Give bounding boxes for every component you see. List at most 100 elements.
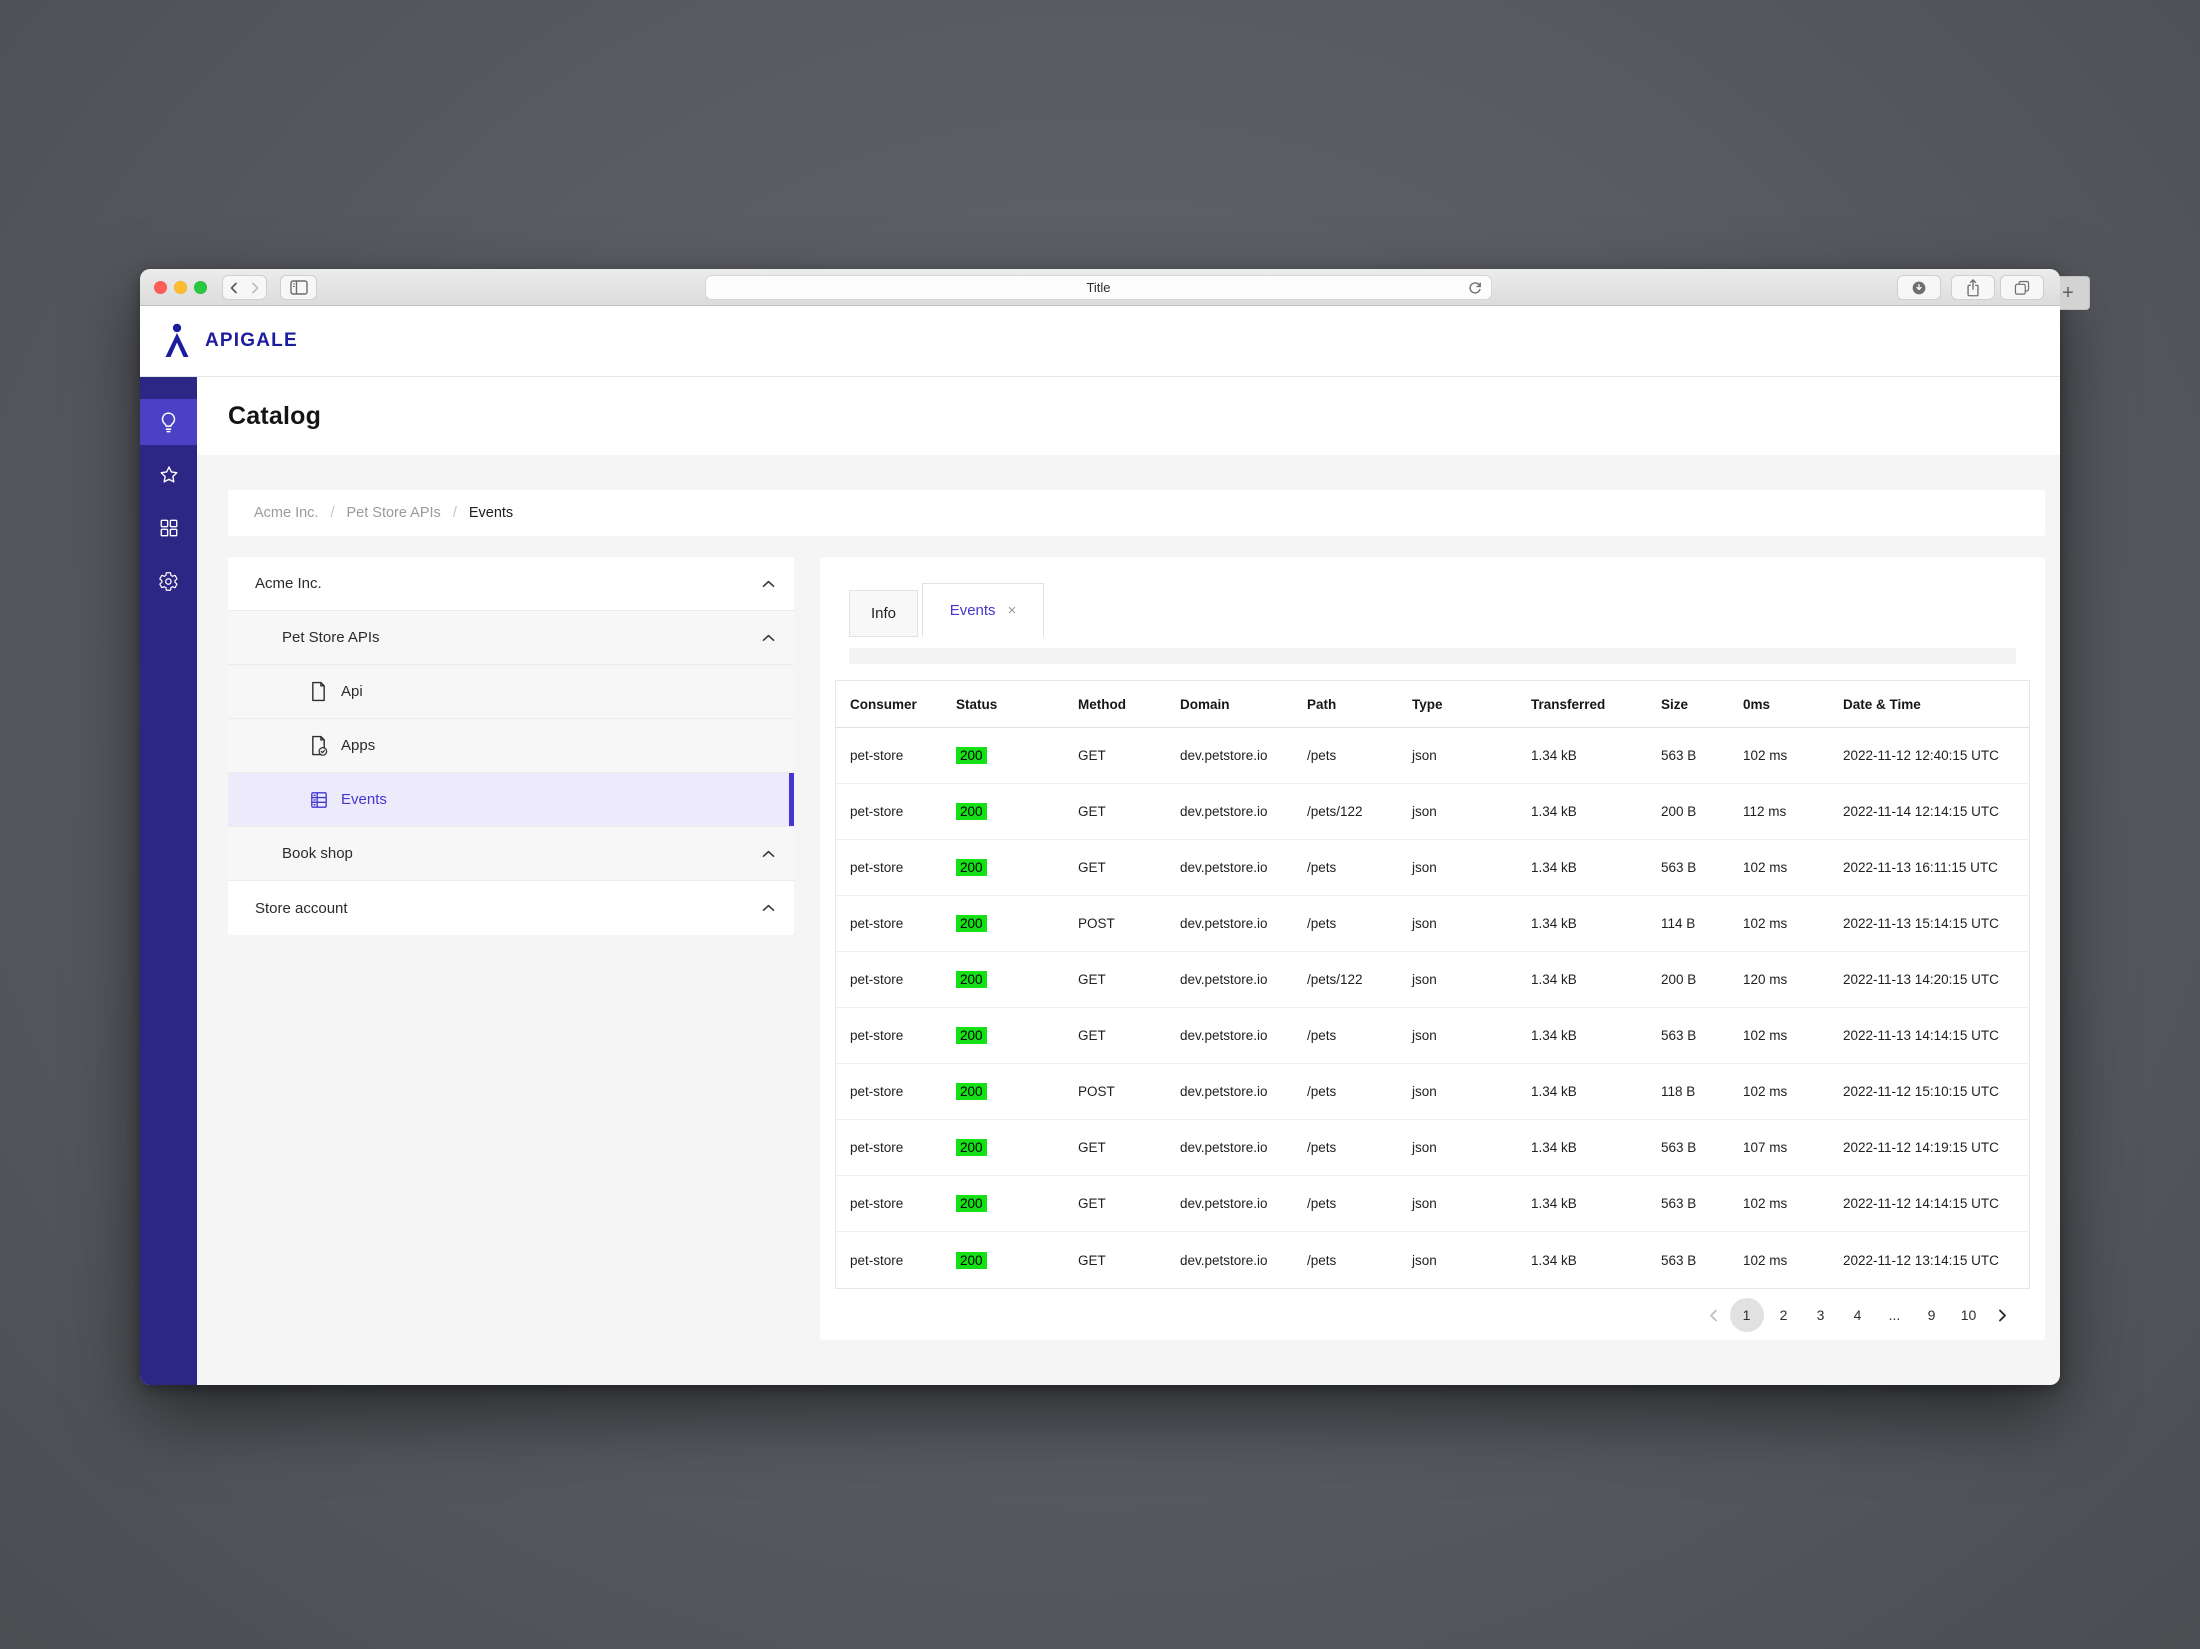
breadcrumb-item-acme[interactable]: Acme Inc. xyxy=(254,505,318,521)
table-row[interactable]: pet-store 200 GET dev.petstore.io /pets/… xyxy=(836,952,2029,1008)
forward-button[interactable] xyxy=(244,275,267,300)
cell-type: json xyxy=(1412,1084,1437,1099)
column-header: Consumer xyxy=(850,696,917,712)
cell-domain: dev.petstore.io xyxy=(1180,972,1268,987)
cell-status: 200 xyxy=(956,1251,1078,1269)
chevron-up-icon[interactable] xyxy=(762,850,775,858)
column-header: Date & Time xyxy=(1843,696,1921,712)
cell-transferred: 1.34 kB xyxy=(1531,1084,1577,1099)
chevron-right-icon xyxy=(249,281,261,295)
next-page-icon[interactable] xyxy=(1987,1309,2017,1322)
lightbulb-icon xyxy=(158,411,179,434)
cell-path: /pets xyxy=(1307,1196,1337,1211)
tree-item-store-account[interactable]: Store account xyxy=(228,881,794,935)
downloads-button[interactable] xyxy=(1897,275,1941,300)
zoom-window-button[interactable] xyxy=(194,281,207,294)
share-button[interactable] xyxy=(1951,275,1995,300)
address-bar[interactable]: Title xyxy=(705,275,1492,300)
cell-size: 200 B xyxy=(1661,972,1697,987)
tree-item-book-shop[interactable]: Book shop xyxy=(228,827,794,881)
close-tab-icon[interactable]: × xyxy=(1008,602,1017,619)
tree-item-events[interactable]: Events xyxy=(228,773,794,827)
previous-page-icon[interactable] xyxy=(1698,1309,1728,1322)
status-badge: 200 xyxy=(956,747,987,764)
cell-type: json xyxy=(1412,972,1437,987)
tree-item-api[interactable]: Api xyxy=(228,665,794,719)
table-row[interactable]: pet-store 200 GET dev.petstore.io /pets/… xyxy=(836,784,2029,840)
tab-info[interactable]: Info xyxy=(849,590,918,637)
table-row[interactable]: pet-store 200 GET dev.petstore.io /pets … xyxy=(836,840,2029,896)
cell-size: 563 B xyxy=(1661,1028,1697,1043)
table-row[interactable]: pet-store 200 GET dev.petstore.io /pets … xyxy=(836,1008,2029,1064)
table-row[interactable]: pet-store 200 GET dev.petstore.io /pets … xyxy=(836,728,2029,784)
cell-domain: dev.petstore.io xyxy=(1180,804,1268,819)
cell-transferred: 1.34 kB xyxy=(1531,748,1577,763)
reload-icon[interactable] xyxy=(1467,280,1483,296)
panel-toolbar-strip xyxy=(849,648,2016,664)
cell-size: 563 B xyxy=(1661,1252,1697,1268)
cell-duration: 112 ms xyxy=(1743,804,1787,819)
page-button-1[interactable]: 1 xyxy=(1729,1298,1764,1332)
page-button-4[interactable]: 4 xyxy=(1839,1298,1876,1332)
close-window-button[interactable] xyxy=(154,281,167,294)
cell-size: 114 B xyxy=(1661,916,1696,931)
cell-domain: dev.petstore.io xyxy=(1180,1252,1268,1268)
cell-consumer: pet-store xyxy=(850,1028,904,1043)
status-badge: 200 xyxy=(956,1195,987,1212)
breadcrumb-item-petstore[interactable]: Pet Store APIs xyxy=(347,505,441,521)
cell-status: 200 xyxy=(956,1027,1078,1044)
cell-method: GET xyxy=(1078,1252,1106,1268)
cell-datetime: 2022-11-13 15:14:15 UTC xyxy=(1843,916,1999,931)
cell-domain: dev.petstore.io xyxy=(1180,916,1268,931)
cell-datetime: 2022-11-12 13:14:15 UTC xyxy=(1843,1252,1999,1268)
breadcrumb-separator: / xyxy=(330,505,335,521)
minimize-window-button[interactable] xyxy=(174,281,187,294)
tree-item-acme-inc[interactable]: Acme Inc. xyxy=(228,557,794,611)
column-header: Transferred xyxy=(1531,696,1606,712)
status-badge: 200 xyxy=(956,859,987,876)
chevron-up-icon[interactable] xyxy=(762,580,775,588)
brand-name: APIGALE xyxy=(205,330,298,351)
chevron-left-icon xyxy=(228,281,240,295)
status-badge: 200 xyxy=(956,1251,987,1269)
page-button-3[interactable]: 3 xyxy=(1802,1298,1839,1332)
rail-item-settings[interactable] xyxy=(140,558,197,604)
cell-status: 200 xyxy=(956,1195,1078,1212)
cell-status: 200 xyxy=(956,803,1078,820)
tabs-overview-icon xyxy=(2013,279,2031,297)
cell-domain: dev.petstore.io xyxy=(1180,748,1268,763)
cell-transferred: 1.34 kB xyxy=(1531,972,1577,987)
table-row[interactable]: pet-store 200 POST dev.petstore.io /pets… xyxy=(836,896,2029,952)
cell-method: GET xyxy=(1078,860,1106,875)
chevron-up-icon[interactable] xyxy=(762,904,775,912)
cell-consumer: pet-store xyxy=(850,748,904,763)
cell-transferred: 1.34 kB xyxy=(1531,1196,1577,1211)
sidebar-toggle-button[interactable] xyxy=(280,275,317,300)
cell-duration: 102 ms xyxy=(1743,1252,1788,1268)
table-row[interactable]: pet-store 200 GET dev.petstore.io /pets … xyxy=(836,1232,2029,1288)
tab-overview-button[interactable] xyxy=(2000,275,2044,300)
cell-datetime: 2022-11-13 14:14:15 UTC xyxy=(1843,1028,1999,1043)
cell-method: GET xyxy=(1078,804,1106,819)
back-button[interactable] xyxy=(222,275,245,300)
page-button-9[interactable]: 9 xyxy=(1913,1298,1950,1332)
rail-item-apps[interactable] xyxy=(140,505,197,551)
table-row[interactable]: pet-store 200 GET dev.petstore.io /pets … xyxy=(836,1120,2029,1176)
cell-type: json xyxy=(1412,1196,1437,1211)
page-button-10[interactable]: 10 xyxy=(1950,1298,1987,1332)
nav-rail xyxy=(140,377,197,1385)
cell-domain: dev.petstore.io xyxy=(1180,1196,1268,1211)
rail-item-favorites[interactable] xyxy=(140,452,197,498)
tab-events[interactable]: Events × xyxy=(922,583,1044,637)
table-row[interactable]: pet-store 200 POST dev.petstore.io /pets… xyxy=(836,1064,2029,1120)
page-button-2[interactable]: 2 xyxy=(1765,1298,1802,1332)
cell-datetime: 2022-11-12 15:10:15 UTC xyxy=(1843,1084,1999,1099)
tree-item-apps[interactable]: Apps xyxy=(228,719,794,773)
cell-method: GET xyxy=(1078,1028,1106,1043)
chevron-up-icon[interactable] xyxy=(762,634,775,642)
tree-item-pet-store-apis[interactable]: Pet Store APIs xyxy=(228,611,794,665)
page-title: Catalog xyxy=(228,401,322,430)
cell-consumer: pet-store xyxy=(850,1252,904,1268)
rail-item-catalog[interactable] xyxy=(140,399,197,445)
table-row[interactable]: pet-store 200 GET dev.petstore.io /pets … xyxy=(836,1176,2029,1232)
